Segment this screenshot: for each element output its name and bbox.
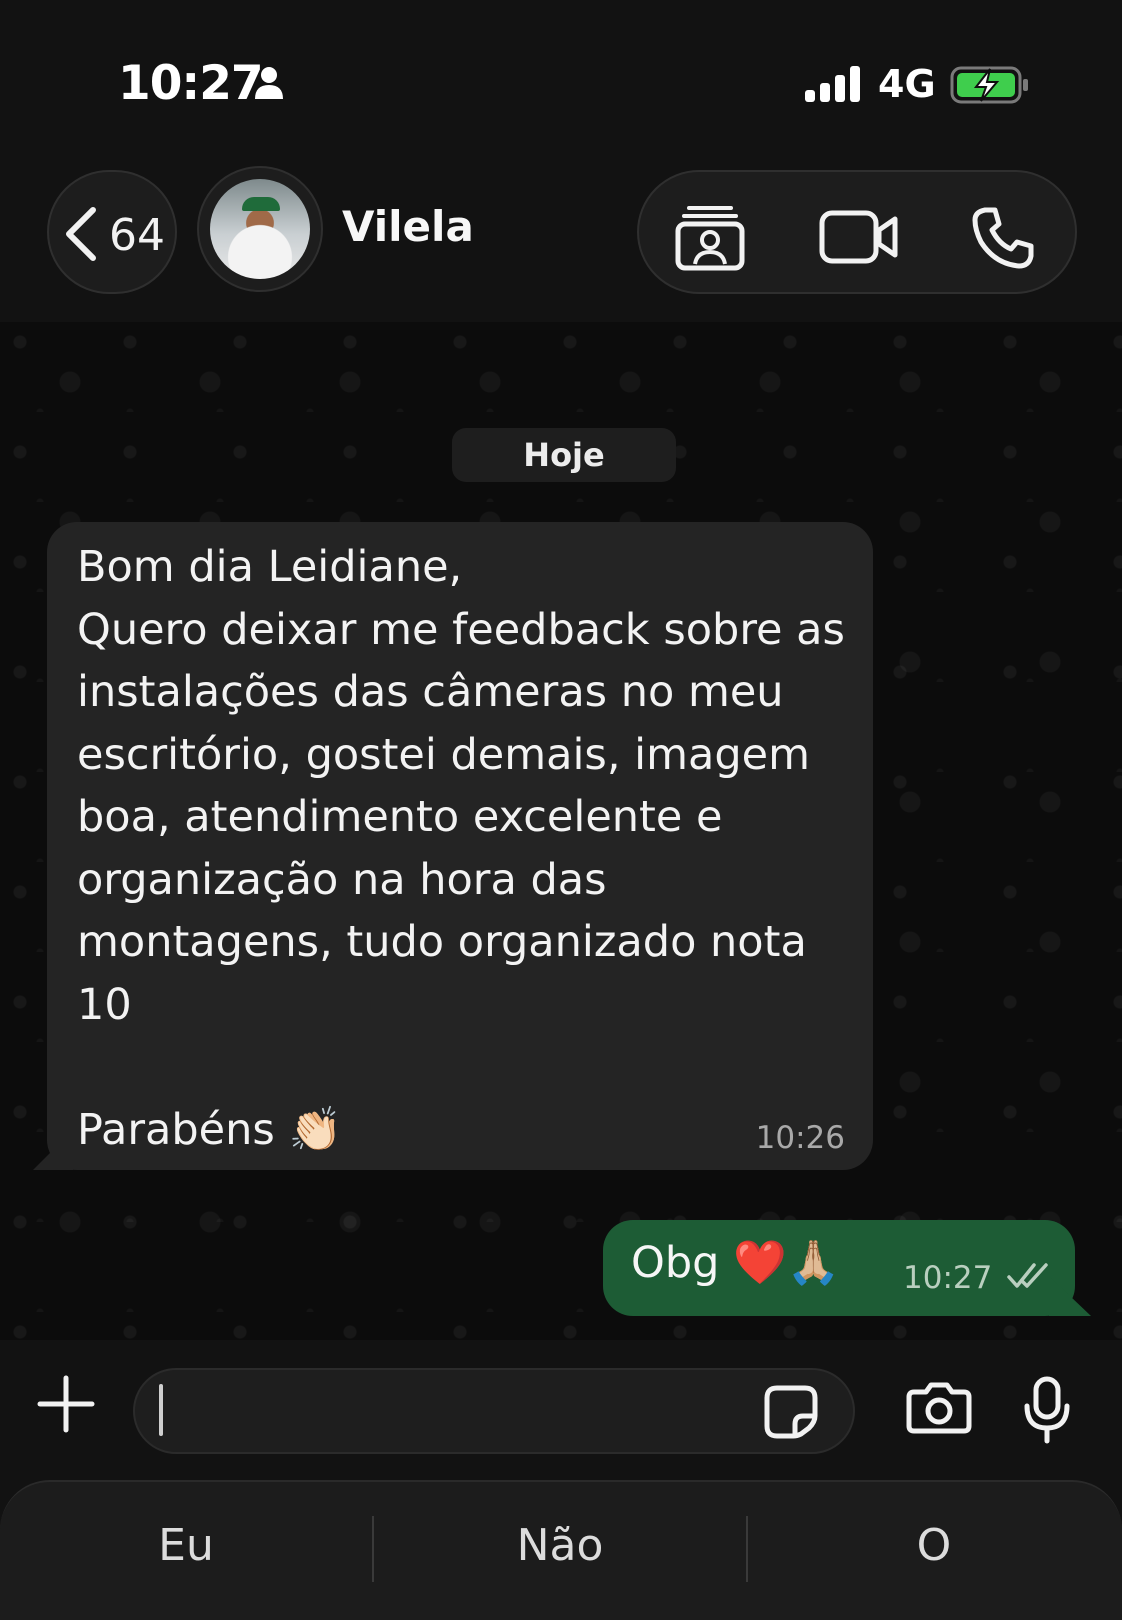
microphone-icon[interactable] — [1024, 1376, 1070, 1444]
person-icon — [255, 67, 283, 99]
sticker-icon[interactable] — [763, 1384, 819, 1440]
back-button[interactable]: 64 — [47, 170, 177, 294]
network-type: 4G — [878, 62, 936, 106]
phone-icon[interactable] — [971, 206, 1035, 270]
camera-icon[interactable] — [906, 1382, 972, 1434]
message-text: Obg ❤️🙏🏼 — [631, 1238, 841, 1288]
contact-avatar-button[interactable] — [197, 166, 323, 292]
keyboard-suggestion-bar: Eu Não O — [0, 1480, 1122, 1620]
battery-charging-icon — [950, 66, 1028, 104]
message-input[interactable] — [133, 1368, 855, 1454]
plus-icon[interactable] — [36, 1374, 96, 1434]
avatar — [210, 179, 310, 279]
chevron-left-icon — [66, 207, 96, 261]
message-time: 10:26 — [755, 1120, 845, 1156]
suggestion-3[interactable]: O — [748, 1520, 1120, 1571]
status-time: 10:27 — [118, 56, 264, 111]
contact-card-icon[interactable] — [675, 202, 745, 272]
suggestion-2[interactable]: Não — [374, 1520, 746, 1571]
text-caret — [159, 1384, 163, 1436]
date-separator: Hoje — [452, 428, 676, 482]
signal-icon — [805, 66, 860, 102]
incoming-message[interactable]: Bom dia Leidiane, Quero deixar me feedba… — [33, 522, 873, 1170]
unread-count: 64 — [109, 210, 165, 261]
chat-header: 64 Vilela — [0, 150, 1122, 322]
double-check-icon — [1007, 1263, 1048, 1288]
suggestion-1[interactable]: Eu — [0, 1520, 372, 1571]
message-time: 10:27 — [903, 1260, 993, 1296]
outgoing-message[interactable]: Obg ❤️🙏🏼 10:27 — [603, 1220, 1091, 1316]
contact-name[interactable]: Vilela — [342, 202, 474, 251]
message-input-bar — [0, 1340, 1122, 1480]
chat-area[interactable]: Hoje Bom dia Leidiane, Quero deixar me f… — [0, 322, 1122, 1340]
call-actions — [637, 170, 1077, 294]
video-call-icon[interactable] — [819, 210, 899, 264]
status-bar: 10:27 4G — [0, 0, 1122, 150]
message-text: Bom dia Leidiane, Quero deixar me feedba… — [77, 542, 845, 1155]
